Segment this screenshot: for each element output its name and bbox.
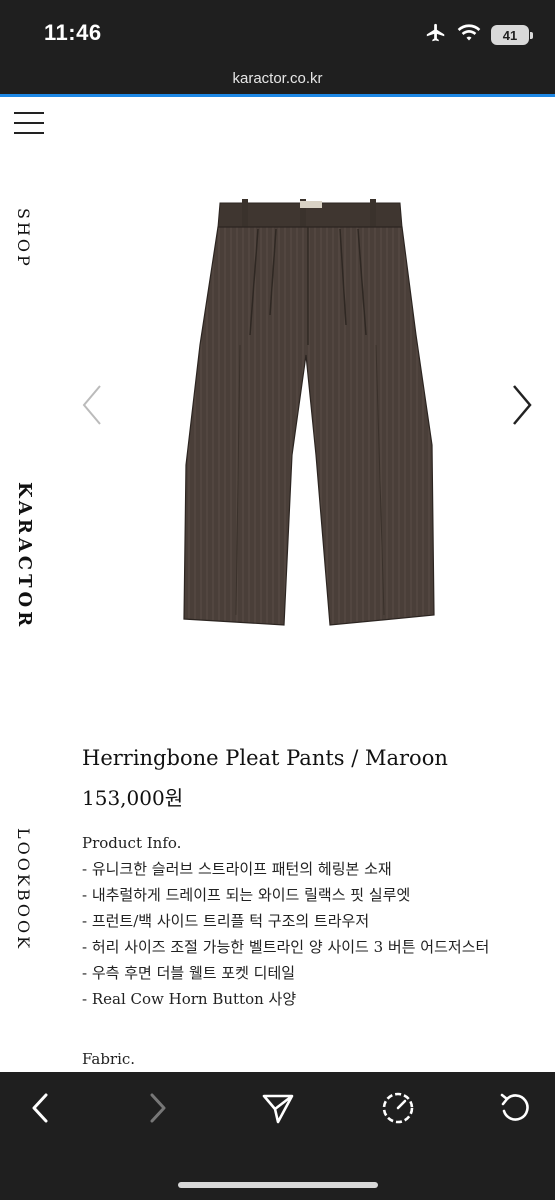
airplane-icon	[425, 22, 447, 48]
nav-shop[interactable]: SHOP	[14, 208, 33, 269]
nav-brand-logo[interactable]: KARACTOR	[14, 482, 35, 630]
nav-lookbook[interactable]: LOOKBOOK	[14, 828, 33, 951]
home-indicator[interactable]	[178, 1182, 378, 1188]
product-info: Product Info. - 유니크한 슬러브 스트라이프 패턴의 헤링본 소…	[82, 830, 532, 1012]
info-line: - 허리 사이즈 조절 가능한 벨트라인 양 사이드 3 버튼 어드저스터	[82, 938, 490, 956]
status-time: 11:46	[44, 20, 102, 45]
reload-icon	[498, 1091, 532, 1129]
status-icons: 41	[425, 22, 533, 48]
progress-line	[0, 94, 555, 97]
speed-button[interactable]	[378, 1090, 418, 1130]
back-button[interactable]	[20, 1090, 60, 1130]
send-icon	[261, 1091, 295, 1129]
wifi-icon	[457, 23, 481, 47]
fabric-heading: Fabric.	[82, 1050, 136, 1068]
url-label[interactable]: karactor.co.kr	[0, 70, 555, 87]
reload-button[interactable]	[495, 1090, 535, 1130]
battery-indicator: 41	[491, 25, 533, 45]
info-heading: Product Info.	[82, 834, 182, 852]
info-line: - Real Cow Horn Button 사양	[82, 990, 297, 1008]
info-line: - 내추럴하게 드레이프 되는 와이드 릴랙스 핏 실루엣	[82, 886, 411, 904]
menu-line	[14, 122, 44, 124]
info-line: - 프런트/백 사이드 트리플 턱 구조의 트라우저	[82, 912, 370, 930]
gauge-icon	[380, 1090, 416, 1130]
product-title: Herringbone Pleat Pants / Maroon	[82, 746, 448, 770]
carousel-next-icon[interactable]	[506, 380, 536, 430]
menu-line	[14, 132, 44, 134]
top-bar: 11:46 41 karactor.co.kr	[0, 0, 555, 94]
info-line: - 우측 후면 더블 웰트 포켓 디테일	[82, 964, 296, 982]
share-button[interactable]	[258, 1090, 298, 1130]
forward-button[interactable]	[138, 1090, 178, 1130]
product-price: 153,000원	[82, 786, 184, 810]
menu-line	[14, 112, 44, 114]
menu-icon[interactable]	[14, 112, 44, 134]
carousel-prev-icon[interactable]	[78, 380, 108, 430]
info-line: - 유니크한 슬러브 스트라이프 패턴의 헤링본 소재	[82, 860, 392, 878]
bottom-toolbar	[0, 1072, 555, 1200]
product-image[interactable]	[180, 195, 440, 635]
chevron-right-icon	[146, 1092, 170, 1128]
chevron-left-icon	[28, 1092, 52, 1128]
